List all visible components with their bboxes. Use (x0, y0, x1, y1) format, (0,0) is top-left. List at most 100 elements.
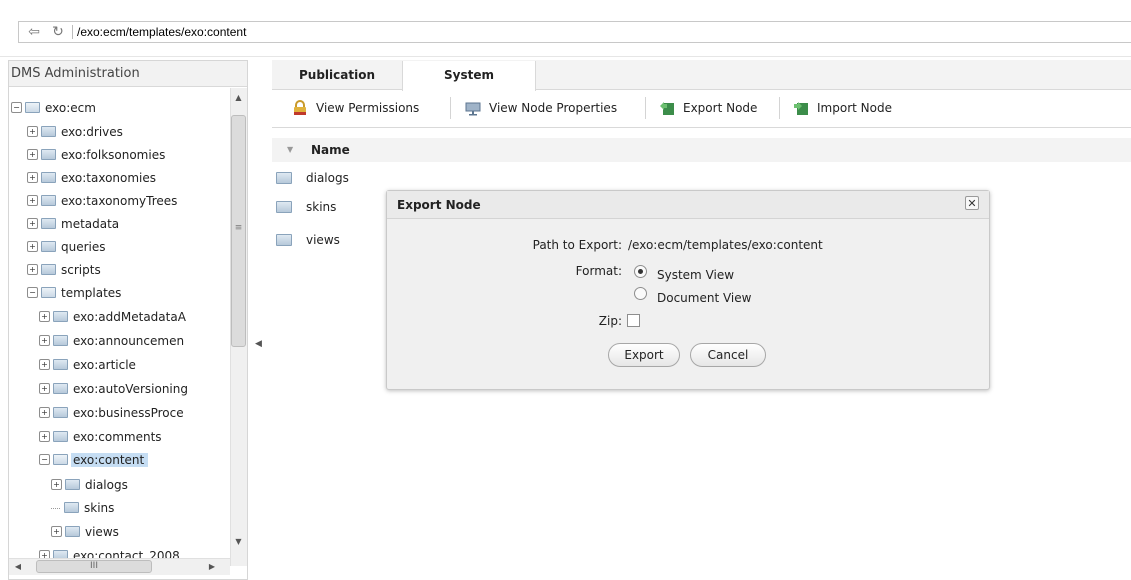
folder-icon (276, 233, 292, 246)
current-path[interactable]: /exo:ecm/templates/exo:content (72, 25, 246, 39)
list-item[interactable]: dialogs (276, 168, 349, 188)
expand-node-icon[interactable]: + (39, 383, 50, 394)
list-item-label: views (306, 233, 340, 247)
tree-item[interactable]: − exo:ecm (11, 98, 96, 118)
tree-item[interactable]: + exo:addMetadataA (39, 307, 186, 327)
expand-node-icon[interactable]: + (27, 264, 38, 275)
tree-item[interactable]: + exo:taxonomies (27, 168, 156, 188)
import-icon (793, 100, 809, 116)
tree-item[interactable]: + exo:folksonomies (27, 145, 165, 165)
tree-item[interactable]: + exo:taxonomyTrees (27, 191, 177, 211)
open-folder-icon (25, 102, 40, 113)
expand-node-icon[interactable]: + (27, 172, 38, 183)
expand-node-icon[interactable]: + (39, 407, 50, 418)
system-view-label[interactable]: System View (657, 268, 734, 282)
expand-node-icon[interactable]: + (51, 479, 62, 490)
expand-node-icon[interactable]: + (39, 311, 50, 322)
system-view-radio[interactable] (634, 265, 647, 278)
expand-node-icon[interactable]: + (39, 431, 50, 442)
expand-node-icon[interactable]: + (27, 126, 38, 137)
expand-node-icon[interactable]: + (27, 218, 38, 229)
horizontal-scroll-thumb[interactable]: III (36, 560, 152, 573)
toolbar-divider (779, 97, 780, 119)
tree-item-label: templates (61, 286, 122, 300)
tree-item[interactable]: + exo:article (39, 355, 136, 375)
list-item[interactable]: views (276, 230, 340, 250)
folder-icon (53, 359, 68, 370)
sort-icon[interactable]: ▼ (287, 144, 293, 156)
document-view-radio[interactable] (634, 287, 647, 300)
tree-item-label: exo:businessProce (73, 406, 184, 420)
tree-item-label: queries (61, 240, 106, 254)
tree-item[interactable]: + scripts (27, 260, 101, 280)
tree-item-label: exo:addMetadataA (73, 310, 186, 324)
folder-icon (53, 407, 68, 418)
tree-item[interactable]: + exo:autoVersioning (39, 379, 188, 399)
export-node-button[interactable]: Export Node (659, 98, 757, 118)
export-icon (659, 100, 675, 116)
folder-icon (64, 502, 79, 513)
divider (0, 56, 1131, 57)
folder-icon (53, 383, 68, 394)
folder-icon (65, 526, 80, 537)
zip-checkbox[interactable] (627, 314, 640, 327)
export-node-label: Export Node (683, 101, 758, 115)
expand-node-icon[interactable]: + (27, 241, 38, 252)
view-permissions-button[interactable]: View Permissions (292, 98, 419, 118)
tree-item[interactable]: skins (51, 498, 114, 518)
panel-title: DMS Administration (9, 61, 247, 87)
list-item[interactable]: skins (276, 197, 336, 217)
scroll-left-icon[interactable]: ◀ (12, 560, 24, 573)
folder-icon (41, 264, 56, 275)
scroll-up-icon[interactable]: ▲ (232, 92, 245, 104)
tree-item[interactable]: + queries (27, 237, 106, 257)
scroll-right-icon[interactable]: ▶ (206, 560, 218, 573)
tree-item[interactable]: + metadata (27, 214, 119, 234)
open-folder-icon (53, 454, 68, 465)
tree-item-label: exo:ecm (45, 101, 96, 115)
expand-node-icon[interactable]: + (39, 359, 50, 370)
export-button[interactable]: Export (608, 343, 680, 367)
column-header-name[interactable]: Name (311, 143, 350, 157)
refresh-icon[interactable]: ↻ (50, 24, 66, 40)
expand-node-icon[interactable]: + (39, 335, 50, 346)
panel-title-label: DMS Administration (11, 66, 140, 81)
document-view-label[interactable]: Document View (657, 291, 751, 305)
expand-node-icon[interactable]: + (27, 149, 38, 160)
tab-system[interactable]: System (402, 61, 536, 91)
tree-item[interactable]: + exo:announcemen (39, 331, 184, 351)
tree-item-label: exo:comments (73, 430, 162, 444)
import-node-button[interactable]: Import Node (793, 98, 892, 118)
collapse-node-icon[interactable]: − (39, 454, 50, 465)
tree-item[interactable]: + exo:businessProce (39, 403, 184, 423)
tree-item[interactable]: + views (51, 522, 119, 542)
folder-icon (41, 149, 56, 160)
tree-item-label: exo:drives (61, 125, 123, 139)
expand-node-icon[interactable]: + (51, 526, 62, 537)
collapse-node-icon[interactable]: − (11, 102, 22, 113)
collapse-panel-icon[interactable]: ◀ (255, 338, 265, 350)
scroll-down-icon[interactable]: ▼ (232, 536, 245, 548)
tree-item[interactable]: + exo:drives (27, 122, 123, 142)
lock-icon (292, 99, 308, 116)
folder-icon (276, 171, 292, 184)
path-to-export-label: Path to Export: (532, 238, 622, 252)
close-icon[interactable]: ✕ (965, 196, 979, 210)
tab-publication[interactable]: Publication (272, 61, 402, 90)
tree-item-label: views (85, 525, 119, 539)
tree-item-label: exo:taxonomyTrees (61, 194, 178, 208)
collapse-node-icon[interactable]: − (27, 287, 38, 298)
tree-item[interactable]: + dialogs (51, 475, 128, 495)
folder-icon (53, 335, 68, 346)
back-arrow-icon[interactable]: ⇦ (26, 24, 42, 40)
tree-item[interactable]: − templates (27, 283, 121, 303)
tree-item[interactable]: − exo:content (39, 450, 149, 470)
tree-item[interactable]: + exo:comments (39, 427, 162, 447)
folder-icon (65, 479, 80, 490)
dialog-title: Export Node (397, 198, 481, 212)
view-node-properties-button[interactable]: View Node Properties (465, 98, 617, 118)
expand-node-icon[interactable]: + (27, 195, 38, 206)
cancel-button[interactable]: Cancel (690, 343, 766, 367)
list-item-label: dialogs (306, 171, 349, 185)
tree-item-label: exo:autoVersioning (73, 382, 188, 396)
